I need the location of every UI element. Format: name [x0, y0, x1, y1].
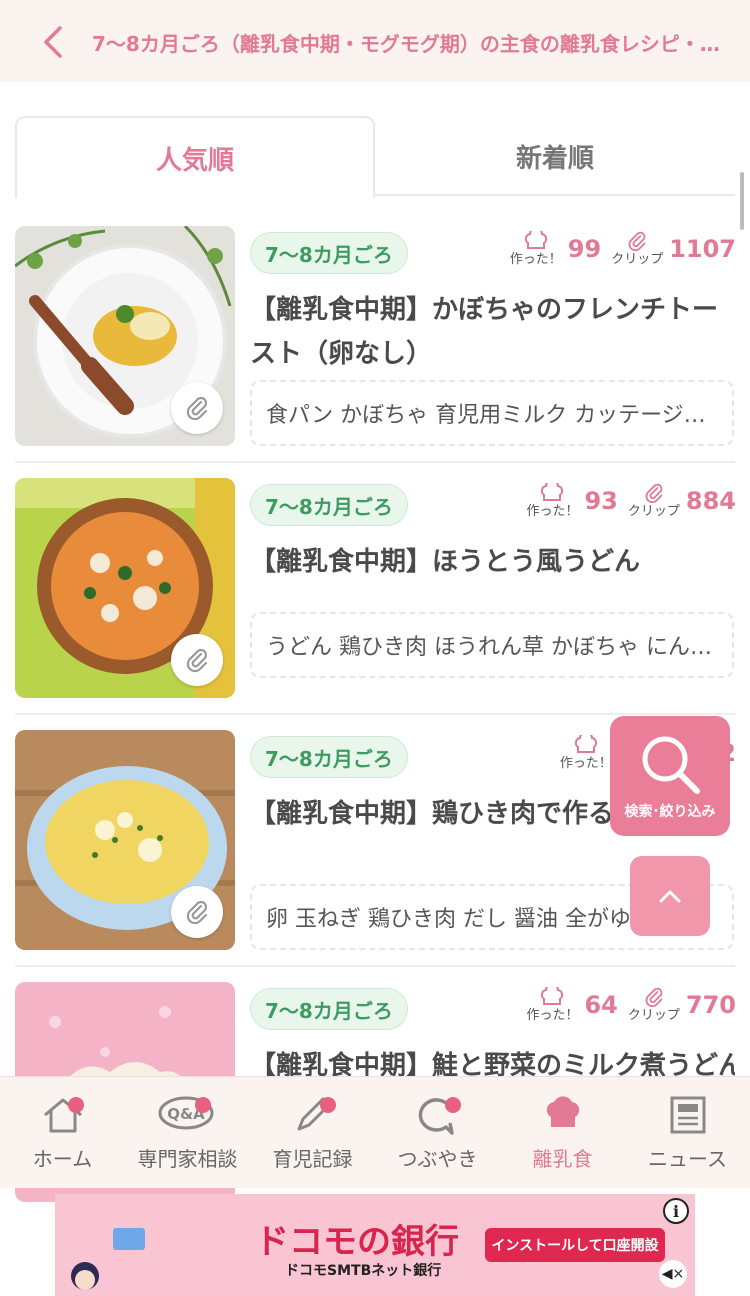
- made-label: 作った！: [559, 756, 612, 771]
- paperclip-icon: [186, 648, 208, 673]
- divider: [15, 965, 735, 967]
- search-filter-label: 検索･絞り込み: [624, 804, 716, 820]
- ingredients-box: 食パン かぼちゃ 育児用ミルク カッテージチーズ: [250, 380, 734, 446]
- clip-count: 884: [685, 487, 736, 515]
- ingredients-text: うどん 鶏ひき肉 ほうれん草 かぼちゃ にんじん: [266, 635, 718, 660]
- search-icon: [642, 736, 700, 794]
- search-filter-button[interactable]: 検索･絞り込み: [610, 716, 730, 836]
- nav-label: 離乳食: [532, 1147, 593, 1171]
- divider: [15, 461, 735, 463]
- card-icon: [113, 1228, 145, 1250]
- clip-label: クリップ: [627, 1008, 680, 1023]
- nav-expert-consult[interactable]: Q&A 専門家相談: [125, 1077, 250, 1188]
- sort-tabs: 人気順 新着順: [15, 116, 735, 198]
- bottom-nav: ホーム Q&A 専門家相談 育児記録 つぶやき 離乳食 ニュース: [0, 1076, 750, 1188]
- chef-hat-icon: [541, 987, 564, 1005]
- made-label: 作った！: [509, 252, 562, 267]
- info-icon[interactable]: i: [663, 1198, 689, 1224]
- chef-hat-icon: [546, 1096, 579, 1127]
- paperclip-icon: [186, 396, 208, 421]
- age-badge: 7〜8カ月ごろ: [250, 736, 408, 778]
- paperclip-icon: [628, 231, 646, 251]
- ad-subtitle: ドコモSMTBネット銀行: [285, 1263, 442, 1279]
- ingredients-box: うどん 鶏ひき肉 ほうれん草 かぼちゃ にんじん: [250, 612, 734, 678]
- made-count: 99: [567, 235, 602, 263]
- clip-count: 1107: [669, 235, 736, 263]
- clip-button[interactable]: [171, 886, 223, 938]
- recipe-card[interactable]: 7〜8カ月ごろ 作った！ 93 クリップ 884 【離乳食中期】ほうとう風うどん…: [0, 478, 750, 730]
- nav-label: ホーム: [32, 1147, 93, 1171]
- nav-label: 育児記録: [272, 1147, 353, 1171]
- tab-popular[interactable]: 人気順: [15, 116, 375, 198]
- made-label: 作った！: [526, 1008, 579, 1023]
- age-badge: 7〜8カ月ごろ: [250, 484, 408, 526]
- chef-hat-icon: [541, 483, 564, 501]
- recipe-photo: [15, 478, 235, 698]
- clip-label: クリップ: [611, 252, 664, 267]
- ingredients-text: 食パン かぼちゃ 育児用ミルク カッテージチーズ: [266, 403, 718, 428]
- nav-label: つぶやき: [397, 1147, 478, 1171]
- notification-dot: [320, 1097, 336, 1113]
- ingredients-text: 卵 玉ねぎ 鶏ひき肉 だし 醤油 全がゆ: [266, 907, 631, 932]
- age-badge: 7〜8カ月ごろ: [250, 232, 408, 274]
- notification-dot: [68, 1097, 84, 1113]
- ad-title: ドコモの銀行: [255, 1222, 459, 1262]
- chef-hat-icon: [524, 231, 547, 249]
- nav-label: 専門家相談: [137, 1147, 238, 1171]
- tab-newest[interactable]: 新着順: [375, 116, 735, 196]
- recipe-photo: [15, 226, 235, 446]
- notification-dot: [195, 1097, 211, 1113]
- nav-label: ニュース: [648, 1147, 727, 1171]
- made-count: 64: [584, 991, 618, 1019]
- paperclip-icon: [645, 987, 663, 1007]
- nav-childcare-record[interactable]: 育児記録: [250, 1077, 375, 1188]
- paperclip-icon: [186, 900, 208, 925]
- clip-button[interactable]: [171, 382, 223, 434]
- scrollbar[interactable]: [740, 172, 744, 230]
- paperclip-icon: [645, 483, 663, 503]
- mute-icon[interactable]: ◀×: [659, 1260, 687, 1288]
- recipe-title[interactable]: 【離乳食中期】かぼちゃのフレンチトースト（卵なし）: [250, 288, 735, 376]
- chevron-up-icon: [659, 890, 681, 903]
- nav-baby-food[interactable]: 離乳食: [500, 1077, 625, 1188]
- chef-hat-icon: [574, 735, 597, 753]
- ad-cta-button[interactable]: インストールして口座開設: [485, 1228, 665, 1262]
- made-label: 作った！: [526, 504, 579, 519]
- header-bar: 7〜8カ月ごろ（離乳食中期・モグモグ期）の主食の離乳食レシピ・作…: [0, 0, 750, 82]
- recipe-photo: [15, 730, 235, 950]
- recipe-stats: 作った！ 93 クリップ 884: [516, 478, 736, 524]
- chevron-left-icon: [44, 26, 62, 58]
- recipe-stats: 作った！ 64 クリップ 770: [516, 982, 736, 1028]
- nav-news[interactable]: ニュース: [625, 1077, 750, 1188]
- recipe-card[interactable]: 7〜8カ月ごろ 作った！ 99 クリップ 1107 【離乳食中期】かぼちゃのフレ…: [0, 226, 750, 478]
- made-count: 93: [584, 487, 618, 515]
- avatar: [71, 1262, 99, 1290]
- clip-label: クリップ: [627, 504, 680, 519]
- clip-button[interactable]: [171, 634, 223, 686]
- scroll-top-button[interactable]: [630, 856, 710, 936]
- divider: [15, 713, 735, 715]
- age-badge: 7〜8カ月ごろ: [250, 988, 408, 1030]
- notification-dot: [445, 1097, 461, 1113]
- clip-count: 770: [685, 991, 736, 1019]
- news-icon: [670, 1096, 705, 1134]
- ad-banner[interactable]: ドコモの銀行 ドコモSMTBネット銀行 インストールして口座開設 i ◀×: [55, 1194, 695, 1296]
- back-button[interactable]: [34, 22, 74, 62]
- page-title: 7〜8カ月ごろ（離乳食中期・モグモグ期）の主食の離乳食レシピ・作…: [92, 32, 737, 56]
- recipe-title[interactable]: 【離乳食中期】ほうとう風うどん: [250, 540, 735, 584]
- nav-tweets[interactable]: つぶやき: [375, 1077, 500, 1188]
- nav-home[interactable]: ホーム: [0, 1077, 125, 1188]
- recipe-stats: 作った！ 99 クリップ 1107: [500, 226, 736, 272]
